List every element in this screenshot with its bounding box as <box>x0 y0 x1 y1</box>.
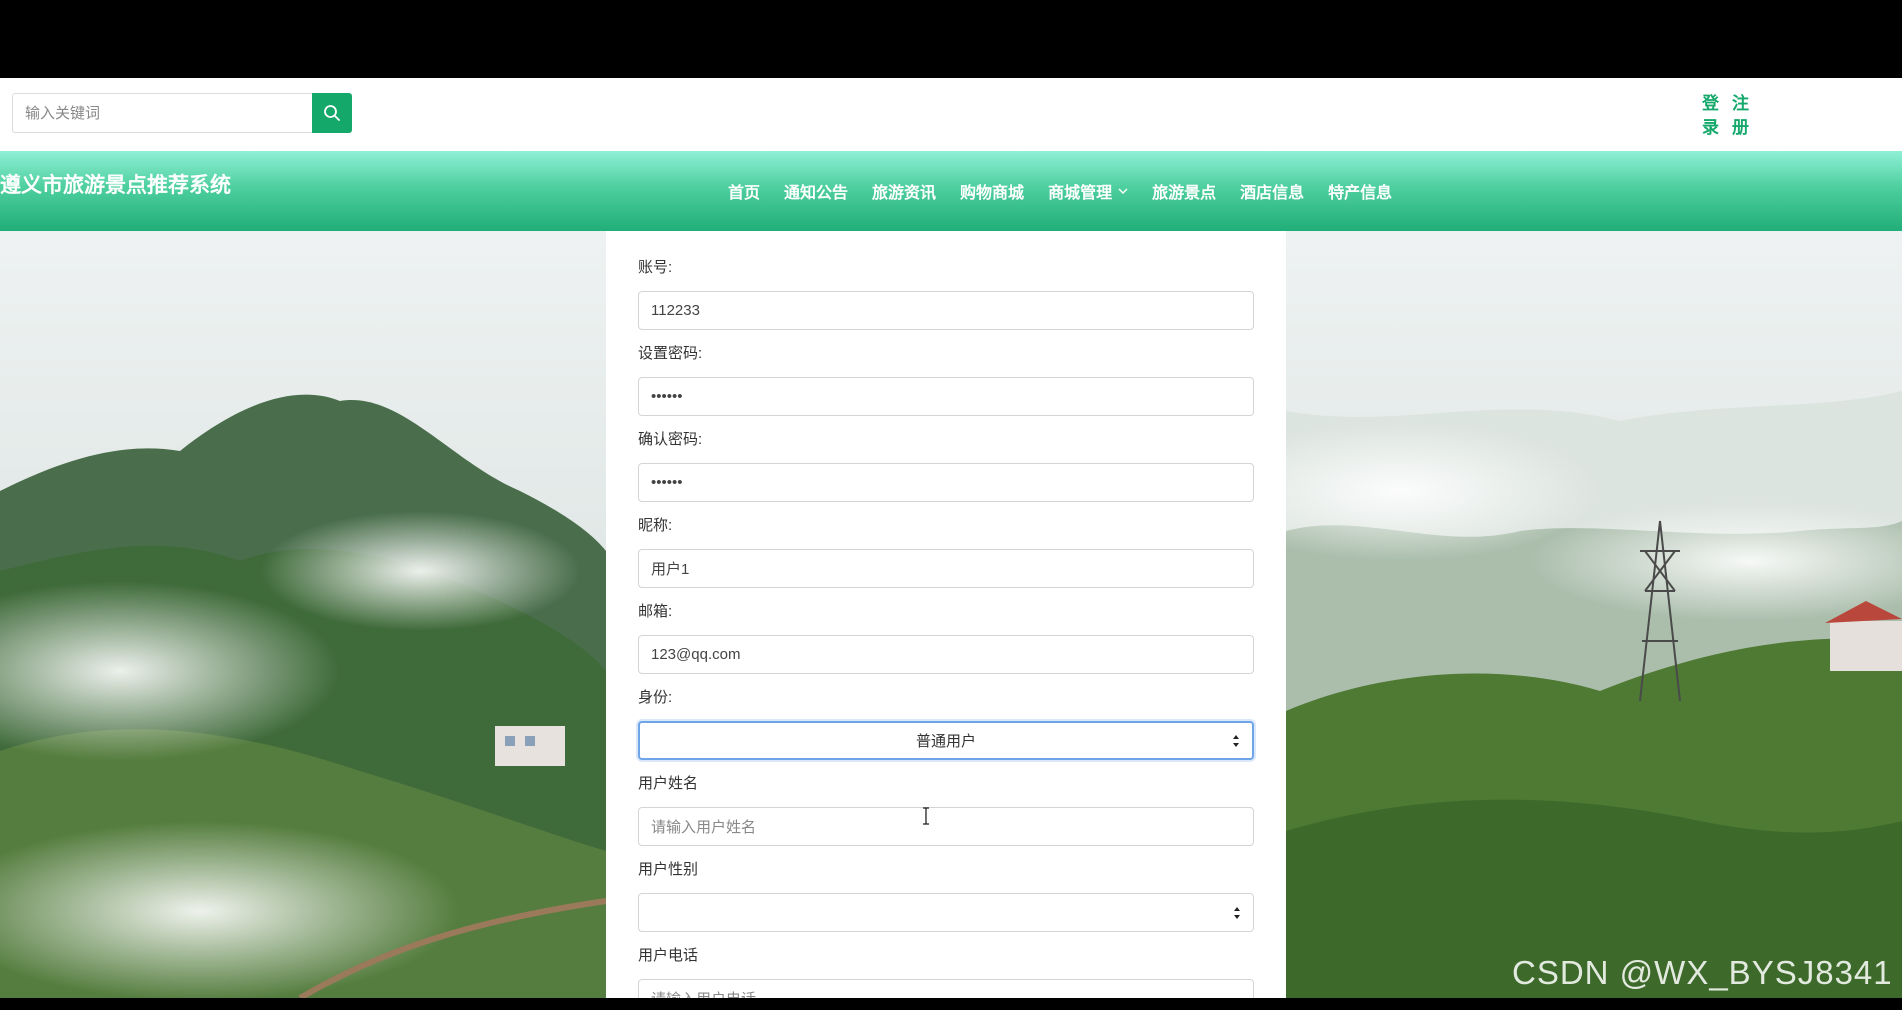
login-link[interactable]: 登录 <box>1702 92 1720 140</box>
role-field: 身份: 普通用户 <box>638 687 1254 760</box>
auth-links: 登录 注册 <box>1702 92 1750 140</box>
browser-viewport: 登录 注册 遵义市旅游景点推荐系统 首页 通知公告 旅游资讯 购物商城 商城管理… <box>0 78 1902 998</box>
gender-field: 用户性别 <box>638 859 1254 932</box>
confirm-password-label: 确认密码: <box>638 431 703 448</box>
register-form-card: 账号: 112233 设置密码: •••••• 确认密码: •••••• 昵称:… <box>606 231 1286 998</box>
phone-input[interactable]: 请输入用户电话 <box>638 979 1254 998</box>
nickname-label: 昵称: <box>638 517 673 534</box>
email-field: 邮箱: 123@qq.com <box>638 601 1254 674</box>
nav-specialties[interactable]: 特产信息 <box>1316 171 1404 211</box>
main-navbar: 遵义市旅游景点推荐系统 首页 通知公告 旅游资讯 购物商城 商城管理 旅游景点 … <box>0 151 1902 231</box>
nickname-input[interactable]: 用户1 <box>638 549 1254 588</box>
select-arrows-icon <box>1234 906 1240 919</box>
search-input[interactable] <box>12 93 312 133</box>
account-label: 账号: <box>638 259 673 276</box>
real-name-input[interactable]: 请输入用户姓名 <box>638 807 1254 846</box>
email-input[interactable]: 123@qq.com <box>638 635 1254 674</box>
real-name-field: 用户姓名 请输入用户姓名 <box>638 773 1254 846</box>
search-icon <box>324 105 340 121</box>
nav-home[interactable]: 首页 <box>716 171 772 211</box>
nav-travel-news[interactable]: 旅游资讯 <box>860 171 948 211</box>
search-button[interactable] <box>312 93 352 133</box>
password-input[interactable]: •••••• <box>638 377 1254 416</box>
account-field: 账号: 112233 <box>638 257 1254 330</box>
real-name-label: 用户姓名 <box>638 775 699 792</box>
role-label: 身份: <box>638 689 673 706</box>
register-link[interactable]: 注册 <box>1732 92 1750 140</box>
gender-select[interactable] <box>638 893 1254 932</box>
confirm-password-input[interactable]: •••••• <box>638 463 1254 502</box>
top-bar: 登录 注册 <box>0 78 1902 151</box>
site-title: 遵义市旅游景点推荐系统 <box>0 172 231 197</box>
screen-letterbox-top <box>0 0 1902 78</box>
select-arrows-icon <box>1233 734 1239 747</box>
email-label: 邮箱: <box>638 603 673 620</box>
nickname-field: 昵称: 用户1 <box>638 515 1254 588</box>
confirm-password-field: 确认密码: •••••• <box>638 429 1254 502</box>
watermark-text: CSDN @WX_BYSJ8341 <box>1512 954 1893 991</box>
nav-notices[interactable]: 通知公告 <box>772 171 860 211</box>
role-select[interactable]: 普通用户 <box>638 721 1254 760</box>
screen-letterbox-bottom <box>0 998 1902 1010</box>
gender-label: 用户性别 <box>638 861 699 878</box>
main-nav: 首页 通知公告 旅游资讯 购物商城 商城管理 旅游景点 酒店信息 特产信息 <box>716 151 1404 231</box>
phone-label: 用户电话 <box>638 947 699 964</box>
text-cursor-icon <box>923 807 929 825</box>
nav-hotels[interactable]: 酒店信息 <box>1228 171 1316 211</box>
nav-scenic-spots[interactable]: 旅游景点 <box>1140 171 1228 211</box>
chevron-down-icon <box>1118 188 1128 194</box>
account-input[interactable]: 112233 <box>638 291 1254 330</box>
nav-shop-management[interactable]: 商城管理 <box>1036 171 1140 211</box>
nav-shop[interactable]: 购物商城 <box>948 171 1036 211</box>
password-label: 设置密码: <box>638 345 703 362</box>
password-field: 设置密码: •••••• <box>638 343 1254 416</box>
role-select-value: 普通用户 <box>915 733 976 750</box>
phone-field: 用户电话 请输入用户电话 <box>638 945 1254 998</box>
